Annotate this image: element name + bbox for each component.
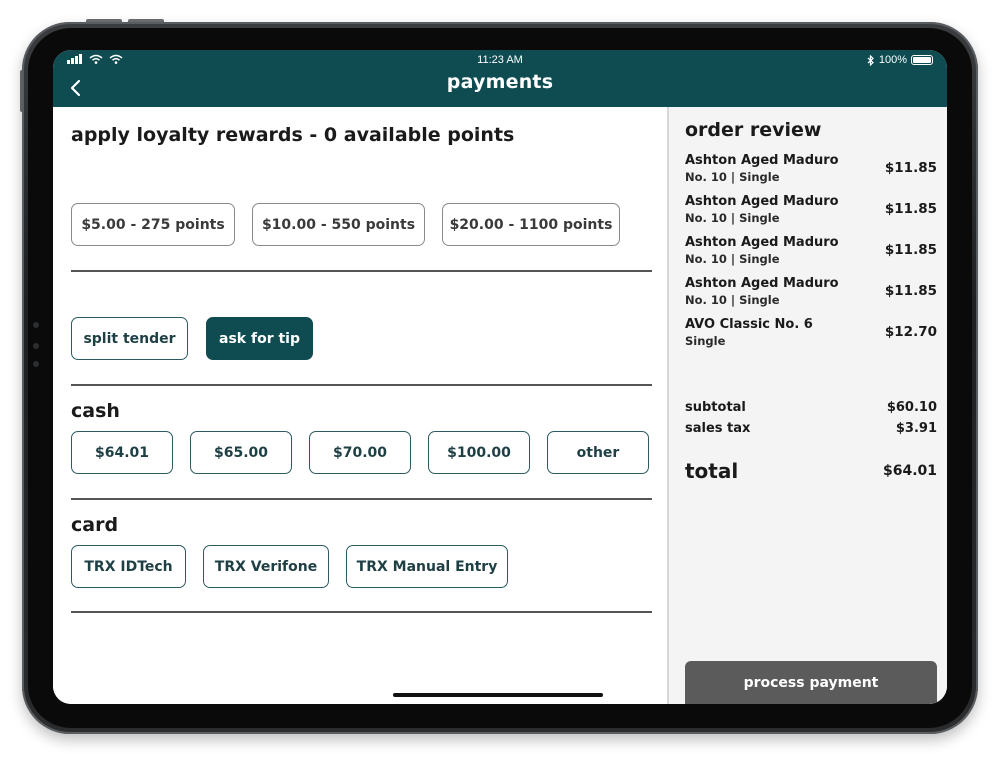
item-price: $11.85 [884,160,937,176]
divider [71,498,652,500]
item-detail: No. 10 | Single [685,252,780,266]
cash-option-button[interactable]: $70.00 [309,431,411,474]
divider [71,611,652,613]
camera-dot [33,361,39,367]
status-right: 100% [867,54,933,66]
item-price: $11.85 [884,201,937,217]
item-name: AVO Classic No. 6 [685,317,813,332]
app-header: 11:23 AM 100% payments [53,50,947,107]
battery-percent: 100% [878,54,907,66]
payment-options-panel: apply loyalty rewards - 0 available poin… [53,107,667,704]
divider [71,270,652,272]
order-review-title: order review [685,119,822,141]
item-price: $11.85 [884,283,937,299]
loyalty-title: apply loyalty rewards - 0 available poin… [71,124,515,146]
item-name: Ashton Aged Maduro [685,235,839,250]
screen: 11:23 AM 100% payments apply loyalty rew… [53,50,947,704]
item-detail: No. 10 | Single [685,170,780,184]
loyalty-option-button[interactable]: $20.00 - 1100 points [442,203,620,246]
cash-option-button[interactable]: $65.00 [190,431,292,474]
cash-option-button[interactable]: $64.01 [71,431,173,474]
ask-for-tip-button[interactable]: ask for tip [206,317,313,360]
loyalty-option-button[interactable]: $10.00 - 550 points [252,203,425,246]
split-tender-button[interactable]: split tender [71,317,188,360]
page-title: payments [446,71,554,93]
total-value: $64.01 [882,463,937,479]
card-option-button[interactable]: TRX Manual Entry [346,545,508,588]
order-review-panel: order review Ashton Aged Maduro No. 10 |… [667,107,947,704]
cash-title: cash [71,400,120,422]
card-option-button[interactable]: TRX Verifone [203,545,329,588]
sales-tax-label: sales tax [685,421,751,436]
battery-icon [911,55,933,65]
cash-other-button[interactable]: other [547,431,649,474]
item-name: Ashton Aged Maduro [685,153,839,168]
sales-tax-row: sales tax $3.91 [685,421,937,436]
total-row: total $64.01 [685,459,937,483]
subtotal-row: subtotal $60.10 [685,400,937,415]
divider [71,384,652,386]
subtotal-value: $60.10 [886,400,937,415]
item-name: Ashton Aged Maduro [685,194,839,209]
sales-tax-value: $3.91 [895,421,937,436]
cash-option-button[interactable]: $100.00 [428,431,530,474]
order-item: Ashton Aged Maduro No. 10 | Single $11.8… [685,194,937,232]
bluetooth-icon [867,54,874,66]
order-item: Ashton Aged Maduro No. 10 | Single $11.8… [685,235,937,273]
item-price: $11.85 [884,242,937,258]
loyalty-option-button[interactable]: $5.00 - 275 points [71,203,235,246]
camera-dot [33,322,39,328]
camera-dot [33,343,39,349]
home-indicator [393,693,603,697]
card-option-button[interactable]: TRX IDTech [71,545,186,588]
item-price: $12.70 [884,324,937,340]
item-detail: Single [685,334,726,348]
item-detail: No. 10 | Single [685,211,780,225]
order-item: AVO Classic No. 6 Single $12.70 [685,317,937,355]
item-name: Ashton Aged Maduro [685,276,839,291]
card-title: card [71,514,119,536]
total-label: total [685,459,739,483]
order-item: Ashton Aged Maduro No. 10 | Single $11.8… [685,153,937,191]
item-detail: No. 10 | Single [685,293,780,307]
process-payment-button[interactable]: process payment [685,661,937,704]
order-item: Ashton Aged Maduro No. 10 | Single $11.8… [685,276,937,314]
subtotal-label: subtotal [685,400,746,415]
status-time: 11:23 AM [477,54,523,66]
